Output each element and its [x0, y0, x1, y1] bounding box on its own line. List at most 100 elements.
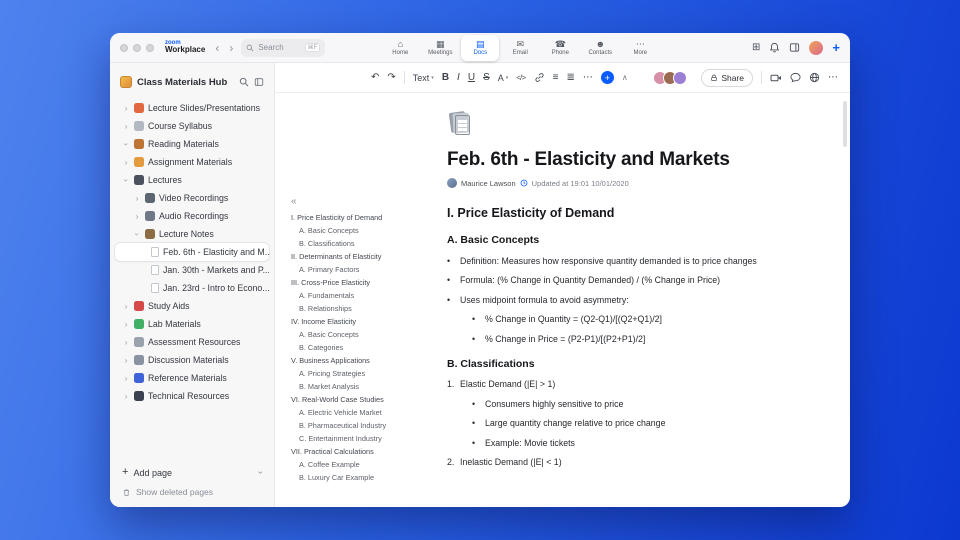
share-button[interactable]: Share	[701, 68, 753, 87]
maximize-window-button[interactable]	[146, 43, 154, 52]
tab-email[interactable]: ✉ Email	[501, 35, 539, 61]
sidebar-item-audio-recordings[interactable]: Audio Recordings	[115, 207, 269, 225]
chevron-icon[interactable]	[133, 194, 141, 203]
document-title[interactable]: Feb. 6th - Elasticity and Markets	[447, 149, 814, 171]
doc-block[interactable]: • Definition: Measures how responsive qu…	[447, 256, 814, 266]
italic-button[interactable]: I	[457, 72, 460, 83]
user-avatar[interactable]	[809, 40, 824, 55]
new-item-plus-icon[interactable]: +	[832, 41, 840, 54]
outline-item[interactable]: VI. Real-World Case Studies	[291, 393, 391, 406]
doc-block[interactable]: I. Price Elasticity of Demand	[447, 206, 814, 220]
insert-block-button[interactable]: +	[600, 71, 614, 84]
ordered-list-button[interactable]: ≣	[566, 72, 574, 83]
sidebar-item-study-aids[interactable]: Study Aids	[115, 297, 269, 315]
outline-item[interactable]: III. Cross-Price Elasticity	[291, 276, 391, 289]
outline-item[interactable]: A. Basic Concepts	[291, 224, 391, 237]
collapse-toolbar-button[interactable]: ∧	[622, 73, 628, 82]
outline-item[interactable]: B. Categories	[291, 341, 391, 354]
outline-item[interactable]: V. Business Applications	[291, 354, 391, 367]
scrollbar-thumb[interactable]	[843, 101, 847, 147]
collaborator-avatar[interactable]	[673, 70, 688, 85]
text-color-dropdown[interactable]: A ▾	[498, 73, 509, 83]
sidebar-item-jan-30-note[interactable]: Jan. 30th - Markets and P...	[115, 261, 269, 279]
chevron-icon[interactable]	[122, 158, 130, 167]
outline-item[interactable]: A. Coffee Example	[291, 458, 391, 471]
tab-docs[interactable]: ▤ Docs	[461, 34, 500, 61]
link-icon[interactable]	[534, 72, 545, 83]
sidebar-item-lecture-notes[interactable]: Lecture Notes	[115, 225, 269, 243]
forward-button[interactable]: ›	[229, 42, 233, 54]
chevron-icon[interactable]	[133, 230, 142, 238]
doc-block[interactable]: 1. Elastic Demand (|E| > 1)	[447, 379, 814, 389]
globe-icon[interactable]	[809, 72, 820, 83]
document-editor[interactable]: Feb. 6th - Elasticity and Markets Mauric…	[391, 93, 850, 507]
sidebar-item-reference-materials[interactable]: Reference Materials	[115, 369, 269, 387]
outline-item[interactable]: VII. Practical Calculations	[291, 445, 391, 458]
tab-phone[interactable]: ☎ Phone	[541, 35, 579, 61]
add-page-button[interactable]: + Add page ›	[122, 467, 266, 478]
sidebar-item-jan-23-note[interactable]: Jan. 23rd - Intro to Econo...	[115, 279, 269, 297]
outline-item[interactable]: II. Determinants of Elasticity	[291, 250, 391, 263]
underline-button[interactable]: U	[468, 72, 475, 83]
outline-item[interactable]: A. Primary Factors	[291, 263, 391, 276]
undo-button[interactable]: ↶	[371, 72, 379, 83]
notifications-bell-icon[interactable]	[769, 42, 780, 53]
sidebar-item-technical-resources[interactable]: Technical Resources	[115, 387, 269, 405]
outline-item[interactable]: IV. Income Elasticity	[291, 315, 391, 328]
chevron-icon[interactable]	[122, 176, 131, 184]
chevron-icon[interactable]	[122, 104, 130, 113]
tab-home[interactable]: ⌂ Home	[381, 35, 419, 61]
comments-icon[interactable]	[790, 72, 801, 83]
chevron-icon[interactable]	[122, 374, 130, 383]
doc-block[interactable]: A. Basic Concepts	[447, 234, 814, 246]
close-window-button[interactable]	[120, 43, 128, 52]
more-options-button[interactable]: ⋯	[828, 72, 838, 83]
outline-item[interactable]: B. Relationships	[291, 302, 391, 315]
minimize-window-button[interactable]	[133, 43, 141, 52]
back-button[interactable]: ‹	[215, 42, 219, 54]
sidebar-search-icon[interactable]	[239, 77, 249, 87]
chevron-icon[interactable]	[122, 302, 130, 311]
sidebar-item-assessment-resources[interactable]: Assessment Resources	[115, 333, 269, 351]
chevron-icon[interactable]	[122, 392, 130, 401]
doc-block[interactable]: • Large quantity change relative to pric…	[472, 418, 814, 428]
doc-block[interactable]: • Consumers highly sensitive to price	[472, 399, 814, 409]
text-style-dropdown[interactable]: Text ▾	[413, 73, 434, 83]
doc-block[interactable]: • % Change in Quantity = (Q2-Q1)/[(Q2+Q1…	[472, 314, 814, 324]
video-call-icon[interactable]	[770, 72, 782, 84]
tab-meetings[interactable]: ▦ Meetings	[421, 35, 459, 61]
side-panel-toggle-icon[interactable]	[789, 42, 800, 53]
outline-item[interactable]: B. Classifications	[291, 237, 391, 250]
chevron-icon[interactable]	[122, 320, 130, 329]
chevron-icon[interactable]	[133, 212, 141, 221]
more-formatting-button[interactable]: ⋯	[583, 72, 593, 83]
doc-block[interactable]: • Example: Movie tickets	[472, 438, 814, 448]
sidebar-item-lab-materials[interactable]: Lab Materials	[115, 315, 269, 333]
outline-item[interactable]: B. Market Analysis	[291, 380, 391, 393]
collapse-footer-chevron-icon[interactable]: ›	[256, 471, 266, 474]
outline-item[interactable]: B. Luxury Car Example	[291, 471, 391, 484]
chevron-icon[interactable]	[122, 122, 130, 131]
outline-item[interactable]: I. Price Elasticity of Demand	[291, 211, 391, 224]
apps-grid-icon[interactable]: ⊞	[752, 42, 760, 53]
outline-item[interactable]: A. Pricing Strategies	[291, 367, 391, 380]
chevron-icon[interactable]	[122, 140, 131, 148]
sidebar-item-discussion-materials[interactable]: Discussion Materials	[115, 351, 269, 369]
chevron-icon[interactable]	[122, 356, 130, 365]
outline-item[interactable]: C. Entertainment Industry	[291, 432, 391, 445]
chevron-icon[interactable]	[122, 338, 130, 347]
tab-contacts[interactable]: ☻ Contacts	[581, 35, 619, 61]
sidebar-item-lecture-slides[interactable]: Lecture Slides/Presentations	[115, 99, 269, 117]
outline-item[interactable]: A. Fundamentals	[291, 289, 391, 302]
redo-button[interactable]: ↷	[387, 72, 395, 83]
bullet-list-button[interactable]: ≡	[553, 72, 559, 83]
show-deleted-pages-button[interactable]: Show deleted pages	[122, 487, 262, 497]
tab-more[interactable]: ⋯ More	[621, 35, 659, 61]
strikethrough-button[interactable]: S	[483, 72, 490, 83]
sidebar-item-video-recordings[interactable]: Video Recordings	[115, 189, 269, 207]
sidebar-item-assignment-materials[interactable]: Assignment Materials	[115, 153, 269, 171]
outline-item[interactable]: B. Pharmaceutical Industry	[291, 419, 391, 432]
sidebar-item-reading-materials[interactable]: Reading Materials	[115, 135, 269, 153]
bold-button[interactable]: B	[442, 72, 449, 83]
code-button[interactable]: </>	[516, 74, 526, 82]
